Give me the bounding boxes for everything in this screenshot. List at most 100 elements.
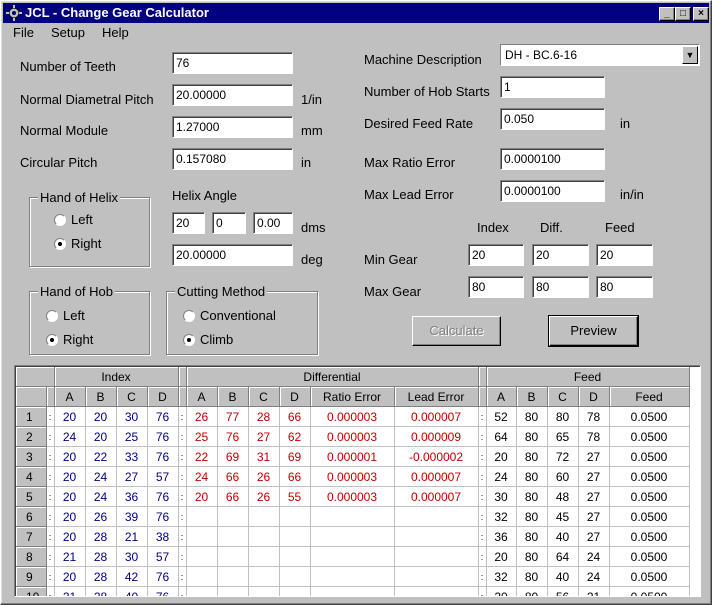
calculate-button[interactable]: Calculate — [412, 316, 501, 346]
feed-cell[interactable]: 80 — [516, 506, 548, 527]
index-cell[interactable]: 28 — [85, 546, 117, 567]
feed-rate-cell[interactable]: 0.0500 — [609, 506, 690, 527]
preview-button[interactable]: Preview — [548, 315, 639, 347]
diff-cell[interactable] — [217, 526, 249, 547]
feed-rate-cell[interactable]: 0.0500 — [609, 586, 690, 596]
diff-cell[interactable]: 28 — [248, 406, 280, 427]
lead-error-cell[interactable] — [394, 586, 479, 596]
index-cell[interactable]: 22 — [85, 446, 117, 467]
diff-cell[interactable]: 77 — [217, 406, 249, 427]
diff-cell[interactable] — [279, 506, 311, 527]
feed-cell[interactable]: 78 — [578, 426, 610, 447]
teeth-input[interactable]: 76 — [172, 52, 293, 74]
results-grid[interactable]: Index Differential Feed A B C D A B C D Ratio Error… — [14, 365, 701, 597]
index-cell[interactable]: 30 — [116, 406, 148, 427]
ratio-error-cell[interactable] — [310, 506, 395, 527]
lead-error-cell[interactable] — [394, 566, 479, 587]
index-cell[interactable]: 21 — [54, 586, 86, 596]
index-cell[interactable]: 20 — [85, 406, 117, 427]
max-gear-feed-input[interactable]: 80 — [596, 276, 653, 298]
feed-cell[interactable]: 21 — [578, 586, 610, 596]
table-row[interactable]: 3:20 22 33 76:22 69 31 69 0.000001 -0.000002:20 8… — [16, 446, 690, 467]
conventional-radio[interactable] — [183, 310, 195, 322]
feed-cell[interactable]: 27 — [578, 526, 610, 547]
feed-cell[interactable]: 80 — [516, 426, 548, 447]
index-cell[interactable]: 30 — [116, 546, 148, 567]
diff-cell[interactable] — [248, 566, 280, 587]
minimize-button[interactable]: _ — [659, 7, 675, 21]
diff-cell[interactable]: 24 — [186, 466, 218, 487]
ratio-error-cell[interactable]: 0.000003 — [310, 406, 395, 427]
feed-cell[interactable]: 20 — [486, 546, 517, 567]
climb-radio[interactable] — [183, 334, 195, 346]
feed-cell[interactable]: 80 — [516, 586, 548, 596]
module-input[interactable]: 1.27000 — [172, 116, 293, 138]
feed-cell[interactable]: 60 — [547, 466, 579, 487]
diff-cell[interactable]: 26 — [248, 486, 280, 507]
index-cell[interactable]: 76 — [147, 586, 179, 596]
index-cell[interactable]: 57 — [147, 466, 179, 487]
diff-cell[interactable] — [248, 526, 280, 547]
index-cell[interactable]: 20 — [54, 446, 86, 467]
lead-error-cell[interactable]: 0.000007 — [394, 406, 479, 427]
table-row[interactable]: 4:20 24 27 57:24 66 26 66 0.000003 0.000007:24 80… — [16, 466, 690, 487]
ndp-input[interactable]: 20.00000 — [172, 84, 293, 106]
feed-cell[interactable]: 27 — [578, 466, 610, 487]
diff-cell[interactable]: 26 — [248, 466, 280, 487]
chevron-down-icon[interactable]: ▼ — [682, 46, 698, 64]
feed-cell[interactable]: 80 — [547, 406, 579, 427]
diff-cell[interactable] — [279, 526, 311, 547]
helix-minutes-input[interactable]: 0 — [212, 212, 246, 234]
machine-select[interactable]: DH - BC.6-16 ▼ — [500, 44, 700, 66]
feed-cell[interactable]: 27 — [578, 506, 610, 527]
index-cell[interactable]: 39 — [116, 506, 148, 527]
feed-rate-cell[interactable]: 0.0500 — [609, 546, 690, 567]
helix-seconds-input[interactable]: 0.00 — [253, 212, 293, 234]
min-gear-index-input[interactable]: 20 — [468, 244, 524, 266]
helix-decimal-input[interactable]: 20.00000 — [172, 244, 293, 266]
ratio-error-cell[interactable]: 0.000001 — [310, 446, 395, 467]
diff-cell[interactable] — [217, 586, 249, 596]
lead-error-cell[interactable] — [394, 526, 479, 547]
feed-cell[interactable]: 64 — [547, 546, 579, 567]
diff-cell[interactable]: 55 — [279, 486, 311, 507]
feed-cell[interactable]: 20 — [486, 586, 517, 596]
feed-cell[interactable]: 78 — [578, 406, 610, 427]
max-gear-diff-input[interactable]: 80 — [532, 276, 589, 298]
feed-cell[interactable]: 40 — [547, 526, 579, 547]
diff-cell[interactable]: 27 — [248, 426, 280, 447]
diff-cell[interactable] — [217, 566, 249, 587]
index-cell[interactable]: 26 — [85, 506, 117, 527]
lead-error-cell[interactable]: -0.000002 — [394, 446, 479, 467]
feed-cell[interactable]: 45 — [547, 506, 579, 527]
feed-cell[interactable]: 80 — [516, 546, 548, 567]
max-lead-error-input[interactable]: 0.0000100 — [500, 180, 605, 202]
feed-cell[interactable]: 48 — [547, 486, 579, 507]
diff-cell[interactable] — [279, 586, 311, 596]
feed-cell[interactable]: 80 — [516, 526, 548, 547]
close-button[interactable]: × — [693, 7, 709, 21]
cp-input[interactable]: 0.157080 — [172, 148, 293, 170]
index-cell[interactable]: 28 — [85, 566, 117, 587]
table-row[interactable]: 5:20 24 36 76:20 66 26 55 0.000003 0.000007:30 80… — [16, 486, 690, 507]
feed-cell[interactable]: 32 — [486, 566, 517, 587]
table-row[interactable]: 10:21 28 40 76::20 80 56 21 0.0500 — [16, 586, 690, 596]
feed-cell[interactable]: 80 — [516, 406, 548, 427]
helix-left-radio[interactable] — [54, 214, 66, 226]
diff-cell[interactable] — [248, 546, 280, 567]
index-cell[interactable]: 36 — [116, 486, 148, 507]
feed-cell[interactable]: 80 — [516, 566, 548, 587]
ratio-error-cell[interactable]: 0.000003 — [310, 486, 395, 507]
diff-cell[interactable] — [279, 546, 311, 567]
diff-cell[interactable]: 66 — [217, 486, 249, 507]
feed-cell[interactable]: 27 — [578, 486, 610, 507]
diff-cell[interactable]: 66 — [279, 406, 311, 427]
feed-rate-cell[interactable]: 0.0500 — [609, 446, 690, 467]
hob-starts-input[interactable]: 1 — [500, 76, 605, 98]
feed-cell[interactable]: 80 — [516, 486, 548, 507]
diff-cell[interactable] — [248, 586, 280, 596]
index-cell[interactable]: 20 — [54, 566, 86, 587]
index-cell[interactable]: 20 — [54, 486, 86, 507]
index-cell[interactable]: 21 — [54, 546, 86, 567]
helix-degrees-input[interactable]: 20 — [172, 212, 205, 234]
